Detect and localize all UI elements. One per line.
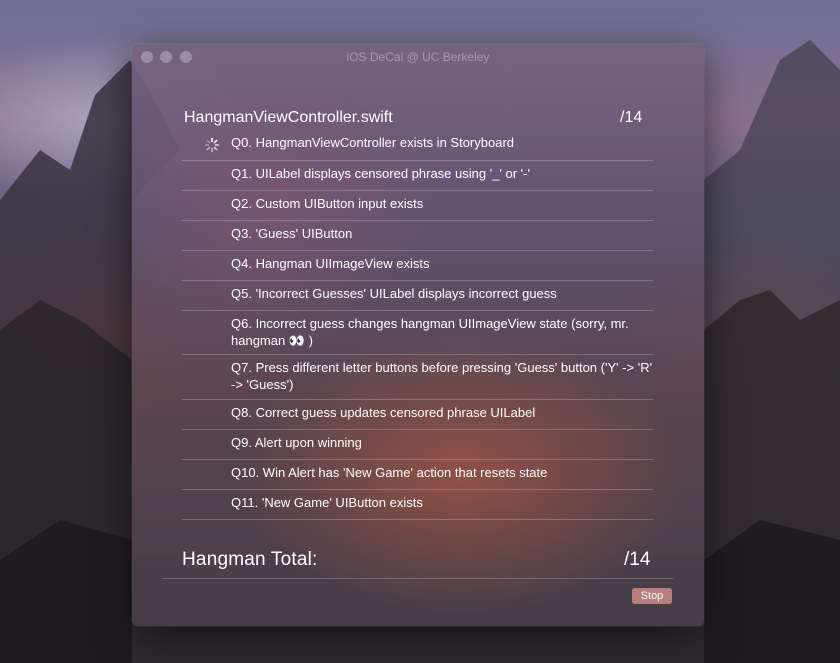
question-row: Q6. Incorrect guess changes hangman UIIm… <box>182 310 653 355</box>
question-row: Q1. UILabel displays censored phrase usi… <box>182 160 653 191</box>
question-row: Q2. Custom UIButton input exists <box>182 190 653 221</box>
question-label: Q10. Win Alert has 'New Game' action tha… <box>231 465 548 480</box>
question-label: Q8. Correct guess updates censored phras… <box>231 405 536 420</box>
question-row: Q11. 'New Game' UIButton exists <box>182 489 653 520</box>
question-label: Q1. UILabel displays censored phrase usi… <box>231 166 530 181</box>
question-label: Q4. Hangman UIImageView exists <box>231 256 430 271</box>
section-score: /14 <box>620 109 643 126</box>
app-window: iOS DeCal @ UC Berkeley HangmanViewContr… <box>132 44 704 626</box>
section-title: HangmanViewController.swift <box>184 109 393 126</box>
question-label: Q9. Alert upon winning <box>231 435 362 450</box>
question-label: Q3. 'Guess' UIButton <box>231 226 353 241</box>
question-label: Q6. Incorrect guess changes hangman UIIm… <box>231 316 629 348</box>
question-row: Q10. Win Alert has 'New Game' action tha… <box>182 459 653 490</box>
window-title: iOS DeCal @ UC Berkeley <box>346 50 490 64</box>
stop-button[interactable]: Stop <box>632 588 672 604</box>
total-label: Hangman Total: <box>182 549 318 570</box>
question-label: Q0. HangmanViewController exists in Stor… <box>231 135 515 150</box>
total-score: /14 <box>624 549 651 570</box>
question-row: Q4. Hangman UIImageView exists <box>182 250 653 281</box>
loading-spinner-icon <box>204 137 220 153</box>
divider <box>163 578 673 579</box>
window-titlebar[interactable]: iOS DeCal @ UC Berkeley <box>132 44 704 70</box>
question-label: Q2. Custom UIButton input exists <box>231 196 424 211</box>
question-row: Q7. Press different letter buttons befor… <box>182 354 653 400</box>
question-row: Q0. HangmanViewController exists in Stor… <box>182 134 653 161</box>
question-label: Q11. 'New Game' UIButton exists <box>231 495 423 510</box>
question-row: Q9. Alert upon winning <box>182 429 653 460</box>
question-label: Q7. Press different letter buttons befor… <box>231 360 653 392</box>
question-row: Q5. 'Incorrect Guesses' UILabel displays… <box>182 280 653 311</box>
question-label: Q5. 'Incorrect Guesses' UILabel displays… <box>231 286 557 301</box>
question-row: Q3. 'Guess' UIButton <box>182 220 653 251</box>
question-row: Q8. Correct guess updates censored phras… <box>182 399 653 430</box>
